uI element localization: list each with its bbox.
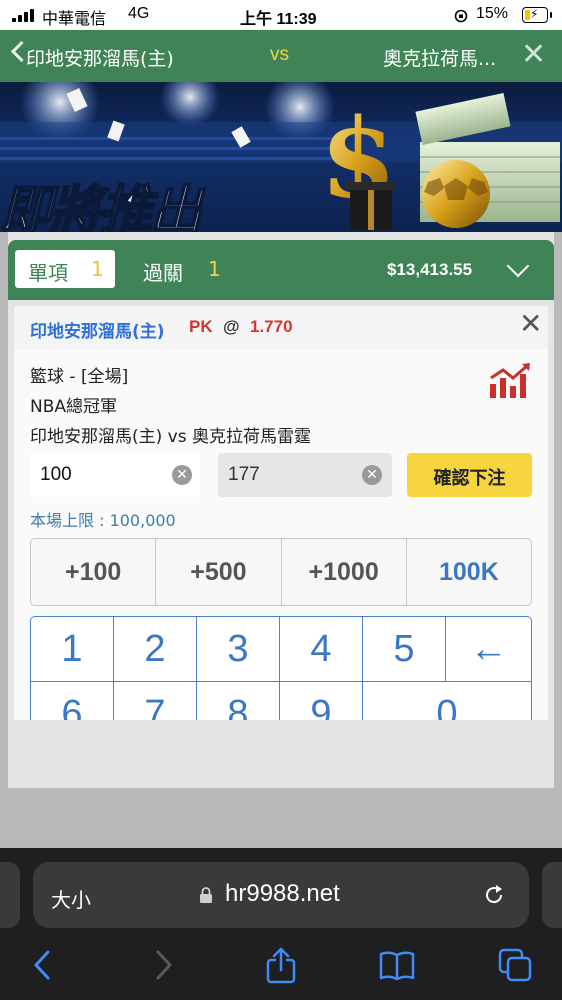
to-win-value: 177 bbox=[228, 464, 260, 485]
tab-parlay[interactable]: 過關 bbox=[143, 257, 183, 286]
league-name: NBA總冠軍 bbox=[30, 397, 118, 417]
key-5[interactable]: 5 bbox=[363, 617, 446, 682]
network-type: 4G bbox=[128, 5, 150, 22]
banner-artwork: $ 即將推出 bbox=[0, 82, 562, 232]
selection-team: 印地安那溜馬(主) bbox=[30, 322, 165, 342]
selection-odds: 1.770 bbox=[250, 317, 293, 336]
chevron-down-icon[interactable] bbox=[506, 254, 530, 278]
battery-percent: 15% bbox=[476, 5, 509, 22]
to-win-input[interactable]: 177 ✕ bbox=[218, 453, 392, 497]
bet-slip-tabs: 單項 1 過關 1 $13,413.55 bbox=[8, 240, 554, 300]
selection-handicap: PK bbox=[189, 317, 213, 336]
bet-selection-header: 印地安那溜馬(主) PK @ 1.770 ✕ bbox=[14, 306, 548, 351]
key-6[interactable]: 6 bbox=[31, 682, 114, 720]
key-4[interactable]: 4 bbox=[280, 617, 363, 682]
stats-chart-icon[interactable] bbox=[488, 362, 532, 400]
backspace-key[interactable]: ← bbox=[446, 617, 531, 682]
key-8[interactable]: 8 bbox=[197, 682, 280, 720]
quick-amount-500[interactable]: +500 bbox=[156, 539, 282, 605]
address-bar[interactable]: 大小 hr9988.net bbox=[33, 862, 529, 928]
tab-parlay-count: 1 bbox=[208, 257, 221, 281]
tab-single-bet[interactable]: 單項 1 bbox=[15, 250, 115, 288]
tab-single-label: 單項 bbox=[28, 261, 68, 285]
bet-detail: 籃球 - [全場] NBA總冠軍 印地安那溜馬(主) vs 奧克拉荷馬雷霆 10… bbox=[14, 350, 548, 720]
key-3[interactable]: 3 bbox=[197, 617, 280, 682]
matchup-text: 印地安那溜馬(主) vs 奧克拉荷馬雷霆 bbox=[30, 427, 311, 447]
next-tab-preview[interactable] bbox=[542, 862, 562, 928]
orientation-lock-icon bbox=[454, 9, 468, 23]
forward-icon[interactable] bbox=[144, 946, 182, 984]
tabs-icon[interactable] bbox=[496, 946, 534, 984]
close-icon[interactable]: ✕ bbox=[521, 40, 546, 70]
match-header: 印地安那溜馬(主) vs 奧克拉荷馬... ✕ bbox=[0, 30, 562, 82]
key-1[interactable]: 1 bbox=[31, 617, 114, 682]
key-0[interactable]: 0 bbox=[363, 682, 531, 720]
selection-at: @ bbox=[223, 317, 240, 336]
stake-input[interactable]: 100 ✕ bbox=[30, 453, 200, 497]
previous-tab-preview[interactable] bbox=[0, 862, 20, 928]
status-bar: 中華電信 4G 上午 11:39 15% ⚡ bbox=[0, 0, 562, 30]
url-text: hr9988.net bbox=[225, 880, 340, 907]
back-icon[interactable] bbox=[24, 946, 62, 984]
quick-amount-100k[interactable]: 100K bbox=[407, 539, 531, 605]
sport-period: 籃球 - [全場] bbox=[30, 367, 129, 387]
quick-amount-bar: +100 +500 +1000 100K bbox=[30, 538, 532, 606]
promo-banner: $ 即將推出 bbox=[0, 82, 562, 232]
lock-icon bbox=[200, 887, 212, 903]
number-keypad: 1 2 3 4 5 ← 6 7 8 9 0 bbox=[30, 616, 532, 720]
account-balance: $13,413.55 bbox=[387, 260, 473, 279]
bet-limit-text: 本場上限 : 100,000 bbox=[30, 511, 176, 530]
key-2[interactable]: 2 bbox=[114, 617, 197, 682]
text-size-button[interactable]: 大小 bbox=[51, 884, 91, 913]
clock: 上午 11:39 bbox=[240, 11, 317, 28]
browser-chrome: 大小 hr9988.net bbox=[0, 848, 562, 1000]
cell-signal-icon bbox=[12, 9, 36, 22]
clear-stake-icon[interactable]: ✕ bbox=[172, 465, 192, 485]
stake-value: 100 bbox=[40, 464, 72, 485]
share-icon[interactable] bbox=[262, 946, 300, 984]
confirm-bet-button[interactable]: 確認下注 bbox=[407, 453, 532, 497]
quick-amount-100[interactable]: +100 bbox=[31, 539, 157, 605]
confirm-bet-label: 確認下注 bbox=[433, 468, 506, 489]
reload-icon[interactable] bbox=[481, 882, 507, 908]
vs-label: vs bbox=[270, 44, 289, 65]
key-9[interactable]: 9 bbox=[280, 682, 363, 720]
battery-icon: ⚡ bbox=[522, 7, 552, 23]
away-team-name: 奧克拉荷馬... bbox=[383, 48, 497, 70]
key-7[interactable]: 7 bbox=[114, 682, 197, 720]
home-team-name: 印地安那溜馬(主) bbox=[26, 48, 174, 70]
carrier-name: 中華電信 bbox=[42, 11, 107, 28]
bookmarks-icon[interactable] bbox=[378, 946, 416, 984]
tab-single-count: 1 bbox=[91, 257, 104, 281]
bet-slip-panel: 單項 1 過關 1 $13,413.55 印地安那溜馬(主) PK @ 1.77… bbox=[8, 232, 554, 788]
clear-win-icon[interactable]: ✕ bbox=[362, 465, 382, 485]
svg-text:即將推出: 即將推出 bbox=[0, 180, 206, 232]
quick-amount-1000[interactable]: +1000 bbox=[282, 539, 407, 605]
remove-selection-close-icon[interactable]: ✕ bbox=[519, 310, 542, 338]
